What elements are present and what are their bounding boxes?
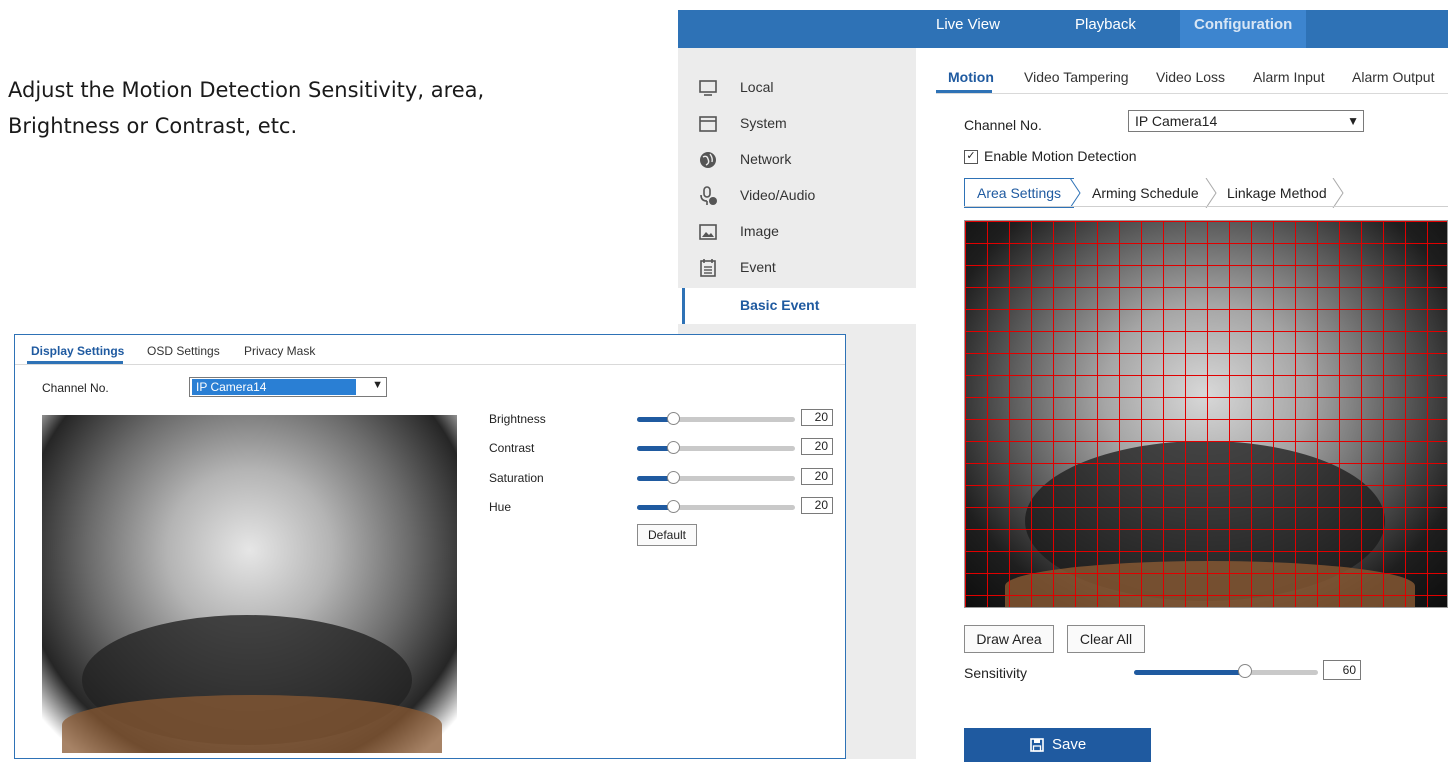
instruction-text: Adjust the Motion Detection Sensitivity,…: [8, 72, 608, 144]
channel-select-value: IP Camera14: [192, 379, 356, 395]
sidebar-item-label: Video/Audio: [740, 187, 816, 203]
microphone-icon: [700, 186, 717, 205]
sidebar-item-label: Image: [740, 223, 779, 239]
step-separator-icon: [1069, 178, 1081, 208]
instruction-line-2: Brightness or Contrast, etc.: [8, 114, 298, 138]
tab-motion[interactable]: Motion: [948, 69, 994, 85]
camera-desk: [62, 695, 442, 753]
chevron-down-icon: ▼: [372, 379, 383, 391]
draw-area-button[interactable]: Draw Area: [964, 625, 1054, 653]
calendar-icon: [700, 259, 716, 277]
nav-configuration[interactable]: Configuration: [1180, 10, 1307, 48]
instruction-line-1: Adjust the Motion Detection Sensitivity,…: [8, 78, 485, 102]
chevron-down-icon: ▼: [1347, 114, 1359, 128]
contrast-label: Contrast: [489, 441, 535, 455]
sidebar-item-basic-event[interactable]: Basic Event: [678, 288, 916, 324]
saturation-label: Saturation: [489, 471, 544, 485]
slider-thumb[interactable]: [667, 441, 680, 454]
enable-motion-label: Enable Motion Detection: [984, 148, 1137, 164]
sidebar-item-label: Event: [740, 259, 776, 275]
sensitivity-label: Sensitivity: [964, 665, 1028, 681]
brightness-value[interactable]: 20: [801, 409, 833, 426]
brightness-label: Brightness: [489, 412, 546, 426]
contrast-slider[interactable]: [637, 441, 795, 454]
sidebar-item-label: Basic Event: [740, 297, 820, 313]
sidebar-item-label: System: [740, 115, 787, 131]
tab-alarm-output[interactable]: Alarm Output: [1352, 69, 1434, 85]
slider-thumb[interactable]: [667, 471, 680, 484]
channel-label: Channel No.: [42, 381, 109, 395]
channel-select[interactable]: IP Camera14 ▼: [1128, 110, 1364, 132]
sidebar-item-event[interactable]: Event: [678, 250, 916, 286]
step-arming-schedule[interactable]: Arming Schedule: [1092, 178, 1199, 208]
tab-video-tampering[interactable]: Video Tampering: [1024, 69, 1129, 85]
monitor-icon: [699, 80, 717, 96]
clear-all-button[interactable]: Clear All: [1067, 625, 1145, 653]
floppy-disk-icon: [1030, 738, 1044, 752]
brightness-slider[interactable]: [637, 412, 795, 425]
channel-select-value: IP Camera14: [1135, 113, 1218, 129]
saturation-slider[interactable]: [637, 471, 795, 484]
channel-select[interactable]: IP Camera14 ▼: [189, 377, 387, 397]
slider-thumb[interactable]: [667, 412, 680, 425]
sidebar-item-video-audio[interactable]: Video/Audio: [678, 178, 916, 214]
sensitivity-value[interactable]: 60: [1323, 660, 1361, 680]
sidebar-item-label: Network: [740, 151, 792, 167]
image-icon: [699, 224, 717, 240]
sidebar-item-network[interactable]: Network: [678, 142, 916, 178]
tab-divider: [15, 364, 845, 365]
globe-icon: [700, 152, 716, 168]
slider-thumb[interactable]: [667, 500, 680, 513]
default-button[interactable]: Default: [637, 524, 697, 546]
sensitivity-slider[interactable]: [1134, 664, 1318, 678]
motion-config-panel: Motion Video Tampering Video Loss Alarm …: [916, 48, 1448, 762]
tab-video-loss[interactable]: Video Loss: [1156, 69, 1225, 85]
sensitivity-slider-fill: [1134, 670, 1244, 675]
sidebar-item-local[interactable]: Local: [678, 70, 916, 106]
nav-playback[interactable]: Playback: [1075, 10, 1136, 48]
steps-divider: [964, 206, 1448, 207]
sidebar-item-system[interactable]: System: [678, 106, 916, 142]
hue-slider[interactable]: [637, 500, 795, 513]
save-label: Save: [1052, 736, 1087, 753]
tab-privacy-mask[interactable]: Privacy Mask: [244, 344, 315, 358]
motion-detection-grid: [965, 221, 1447, 607]
top-nav-bar: Live View Playback Configuration: [678, 10, 1448, 48]
tab-alarm-input[interactable]: Alarm Input: [1253, 69, 1325, 85]
save-button[interactable]: Save: [964, 728, 1151, 762]
sensitivity-slider-thumb[interactable]: [1238, 664, 1252, 678]
step-area-settings[interactable]: Area Settings: [977, 178, 1061, 208]
sidebar-item-image[interactable]: Image: [678, 214, 916, 250]
saturation-value[interactable]: 20: [801, 468, 833, 485]
hue-label: Hue: [489, 500, 512, 514]
hue-value[interactable]: 20: [801, 497, 833, 514]
tab-display-settings[interactable]: Display Settings: [31, 344, 124, 358]
checkmark-icon: ✓: [966, 150, 976, 162]
channel-label: Channel No.: [964, 117, 1042, 133]
step-separator-icon: [1205, 178, 1217, 208]
sidebar-item-label: Local: [740, 79, 774, 95]
step-separator-icon: [1332, 178, 1344, 208]
nav-live-view[interactable]: Live View: [936, 10, 1000, 48]
camera-preview: [42, 415, 457, 753]
enable-motion-checkbox[interactable]: ✓: [964, 150, 978, 164]
contrast-value[interactable]: 20: [801, 438, 833, 455]
step-linkage-method[interactable]: Linkage Method: [1227, 178, 1327, 208]
system-icon: [699, 116, 717, 132]
motion-area-canvas[interactable]: [964, 220, 1448, 608]
tab-osd-settings[interactable]: OSD Settings: [147, 344, 220, 358]
tab-divider: [936, 93, 1448, 94]
display-settings-dialog: Display Settings OSD Settings Privacy Ma…: [14, 334, 846, 759]
active-indicator: [682, 288, 685, 324]
